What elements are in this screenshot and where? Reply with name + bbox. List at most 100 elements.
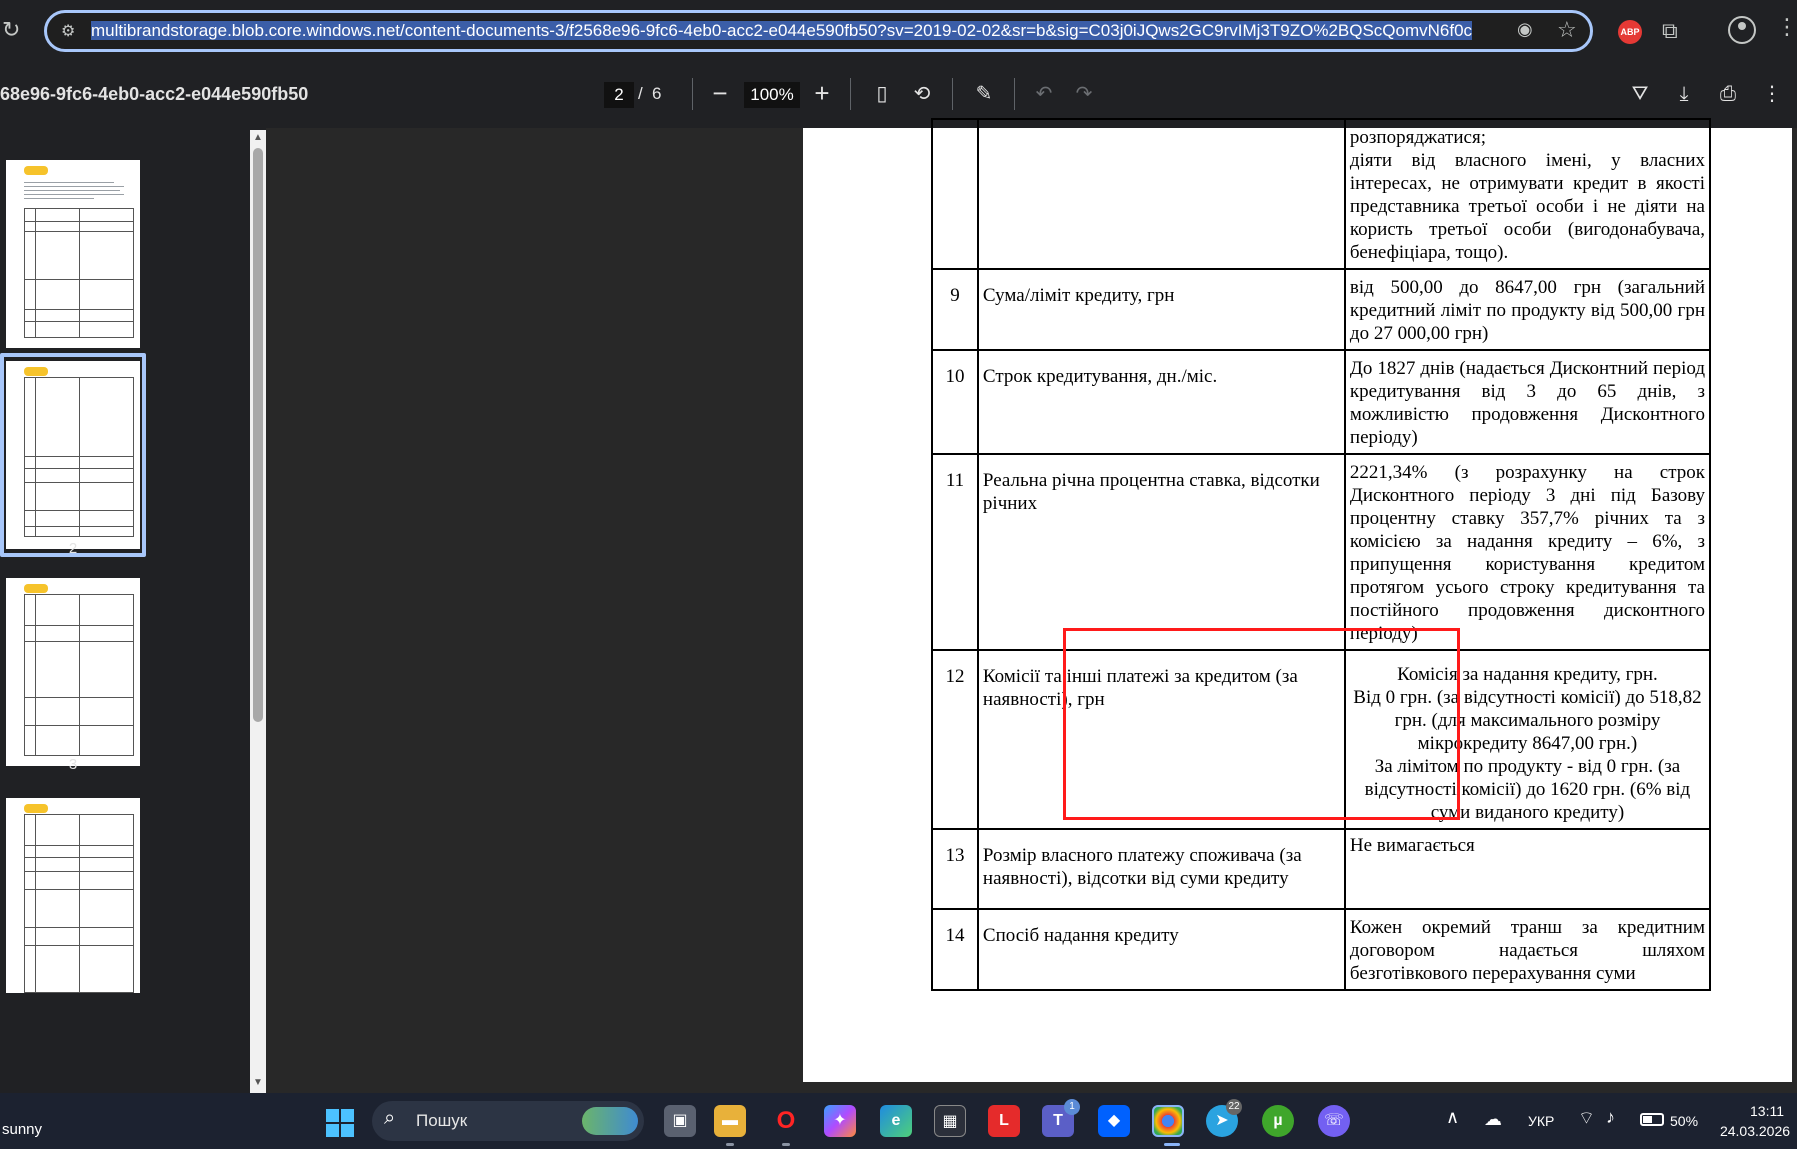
browser-top-bar: ↻ ⚙ multibrandstorage.blob.core.windows.… [0, 0, 1797, 62]
toolbar-divider [850, 78, 851, 110]
windows-taskbar: sunny ⌕ Пошук ▣ ▬ O ✦ e ▦ L T 1 ◆ ➤ 22 µ… [0, 1093, 1797, 1149]
running-indicator [782, 1143, 790, 1146]
row-name [976, 118, 1346, 270]
task-view-icon[interactable]: ▣ [664, 1105, 696, 1137]
redo-icon[interactable]: ↷ [1070, 80, 1098, 108]
viber-icon[interactable]: ☏ [1318, 1105, 1350, 1137]
clock-date[interactable]: 24.03.2026 [1716, 1123, 1794, 1139]
battery-icon[interactable] [1640, 1113, 1664, 1126]
active-indicator [1164, 1143, 1180, 1146]
toolbar-divider [1014, 78, 1015, 110]
windows-start-icon[interactable] [326, 1109, 354, 1137]
url-selected-text: multibrandstorage.blob.core.windows.net/… [91, 21, 1473, 40]
table-row: 14 Спосіб надання кредиту Кожен окремий … [931, 908, 1712, 991]
thumb-table [24, 377, 134, 537]
site-info-icon[interactable]: ⚙ [61, 21, 83, 41]
more-options-icon[interactable]: ⋮ [1758, 80, 1786, 108]
zoom-out-button[interactable]: − [708, 78, 732, 108]
text-line [24, 186, 124, 187]
text-line [24, 198, 94, 199]
annotate-pen-icon[interactable]: ✎ [970, 80, 998, 108]
text-line [24, 190, 120, 191]
scroll-down-arrow-icon[interactable]: ▼ [253, 1078, 263, 1088]
table-row: 11 Реальна річна процентна ставка, відсо… [931, 453, 1712, 651]
page-total: 6 [652, 84, 662, 103]
fit-page-icon[interactable]: ▯ [868, 80, 896, 108]
eye-off-icon[interactable]: ◉ [1517, 19, 1543, 43]
bookmark-star-icon[interactable]: ☆ [1557, 17, 1583, 43]
page-thumbnail-3[interactable] [6, 578, 140, 766]
zoom-level-input[interactable]: 100% [744, 82, 800, 108]
page-number-input[interactable]: 2 [604, 82, 634, 108]
thumbnail-sidebar: 1 2 3 [0, 128, 248, 1093]
edge-icon[interactable]: e [880, 1105, 912, 1137]
table-row: розпоряджатися; діяти від власного імені… [931, 118, 1712, 270]
credit-terms-table: розпоряджатися; діяти від власного імені… [931, 118, 1712, 991]
download-icon[interactable]: ⤓ [1670, 80, 1698, 108]
running-indicator [726, 1143, 734, 1146]
table-row: 9 Сума/ліміт кредиту, грн від 500,00 до … [931, 268, 1712, 351]
search-label: Пошук [416, 1111, 468, 1130]
toolbar-divider [952, 78, 953, 110]
rotate-icon[interactable]: ⟲ [908, 80, 936, 108]
opera-icon[interactable]: O [770, 1105, 802, 1137]
onedrive-cloud-icon[interactable]: ☁ [1484, 1109, 1502, 1130]
row-number [931, 118, 979, 270]
file-explorer-icon[interactable]: ▬ [714, 1105, 746, 1137]
row-number: 12 [931, 649, 979, 830]
row-number: 13 [931, 828, 979, 910]
row-name: Спосіб надання кредиту [976, 908, 1346, 991]
chrome-icon[interactable] [1152, 1105, 1184, 1137]
volume-icon[interactable]: ♪ [1606, 1107, 1615, 1128]
tray-overflow-chevron-icon[interactable]: ∧ [1446, 1107, 1459, 1128]
row-value: від 500,00 до 8647,00 грн (загальний кре… [1343, 268, 1712, 351]
row-name: Реальна річна процентна ставка, відсотки… [976, 453, 1346, 651]
sidebar-scrollbar-thumb[interactable] [253, 148, 263, 722]
taskbar-search[interactable]: ⌕ Пошук [372, 1101, 644, 1141]
weather-user-label[interactable]: sunny [2, 1121, 42, 1138]
copilot-icon[interactable]: ✦ [824, 1105, 856, 1137]
brand-logo [24, 804, 48, 813]
scroll-up-arrow-icon[interactable]: ▲ [253, 133, 263, 143]
row-name: Сума/ліміт кредиту, грн [976, 268, 1346, 351]
page-separator: / [638, 84, 643, 103]
store-icon[interactable]: ▦ [934, 1105, 966, 1137]
thumb-table [24, 208, 134, 338]
print-icon[interactable]: ⎙ [1714, 80, 1742, 108]
address-bar[interactable]: ⚙ multibrandstorage.blob.core.windows.ne… [44, 10, 1593, 52]
page-thumbnail-1[interactable] [6, 160, 140, 348]
document-title: 68e96-9fc6-4eb0-acc2-e044e590fb50 [0, 84, 309, 104]
page-thumbnail-2[interactable] [6, 361, 140, 549]
input-language[interactable]: УКР [1528, 1113, 1554, 1129]
row-number: 9 [931, 268, 979, 351]
reload-icon[interactable]: ↻ [2, 18, 26, 42]
brand-logo [24, 367, 48, 376]
row-value: Кожен окремий транш за кредитним договор… [1343, 908, 1712, 991]
highlight-annotation-box [1063, 628, 1460, 820]
adblock-extension-icon[interactable]: ABP [1618, 20, 1642, 44]
profile-avatar-icon[interactable] [1728, 16, 1756, 44]
row-number: 11 [931, 453, 979, 651]
row-name: Розмір власного платежу споживача (за на… [976, 828, 1346, 910]
brand-logo [24, 166, 48, 175]
save-to-drive-icon[interactable]: ⛛ [1626, 80, 1654, 108]
undo-icon[interactable]: ↶ [1030, 80, 1058, 108]
more-menu-icon[interactable]: ⋮ [1776, 14, 1797, 44]
wifi-icon[interactable]: ⌔ [1578, 1107, 1595, 1130]
clock-time[interactable]: 13:11 [1740, 1103, 1794, 1119]
dropbox-icon[interactable]: ◆ [1098, 1105, 1130, 1137]
url-input[interactable]: multibrandstorage.blob.core.windows.net/… [91, 19, 1503, 43]
pdf-page: розпоряджатися; діяти від власного імені… [803, 118, 1792, 1082]
page-thumbnail-4[interactable] [6, 798, 140, 993]
zoom-in-button[interactable]: + [810, 78, 834, 108]
table-row: 10 Строк кредитування, дн./міс. До 1827 … [931, 349, 1712, 455]
row-value: розпоряджатися; діяти від власного імені… [1343, 118, 1712, 270]
lightshot-icon[interactable]: L [988, 1105, 1020, 1137]
utorrent-icon[interactable]: µ [1262, 1105, 1294, 1137]
extensions-puzzle-icon[interactable]: ⧉ [1662, 18, 1688, 44]
table-row: 13 Розмір власного платежу споживача (за… [931, 828, 1712, 910]
row-name: Строк кредитування, дн./міс. [976, 349, 1346, 455]
teams-badge: 1 [1064, 1099, 1080, 1115]
search-icon: ⌕ [384, 1107, 396, 1129]
row-value: Не вимагається [1343, 828, 1712, 910]
